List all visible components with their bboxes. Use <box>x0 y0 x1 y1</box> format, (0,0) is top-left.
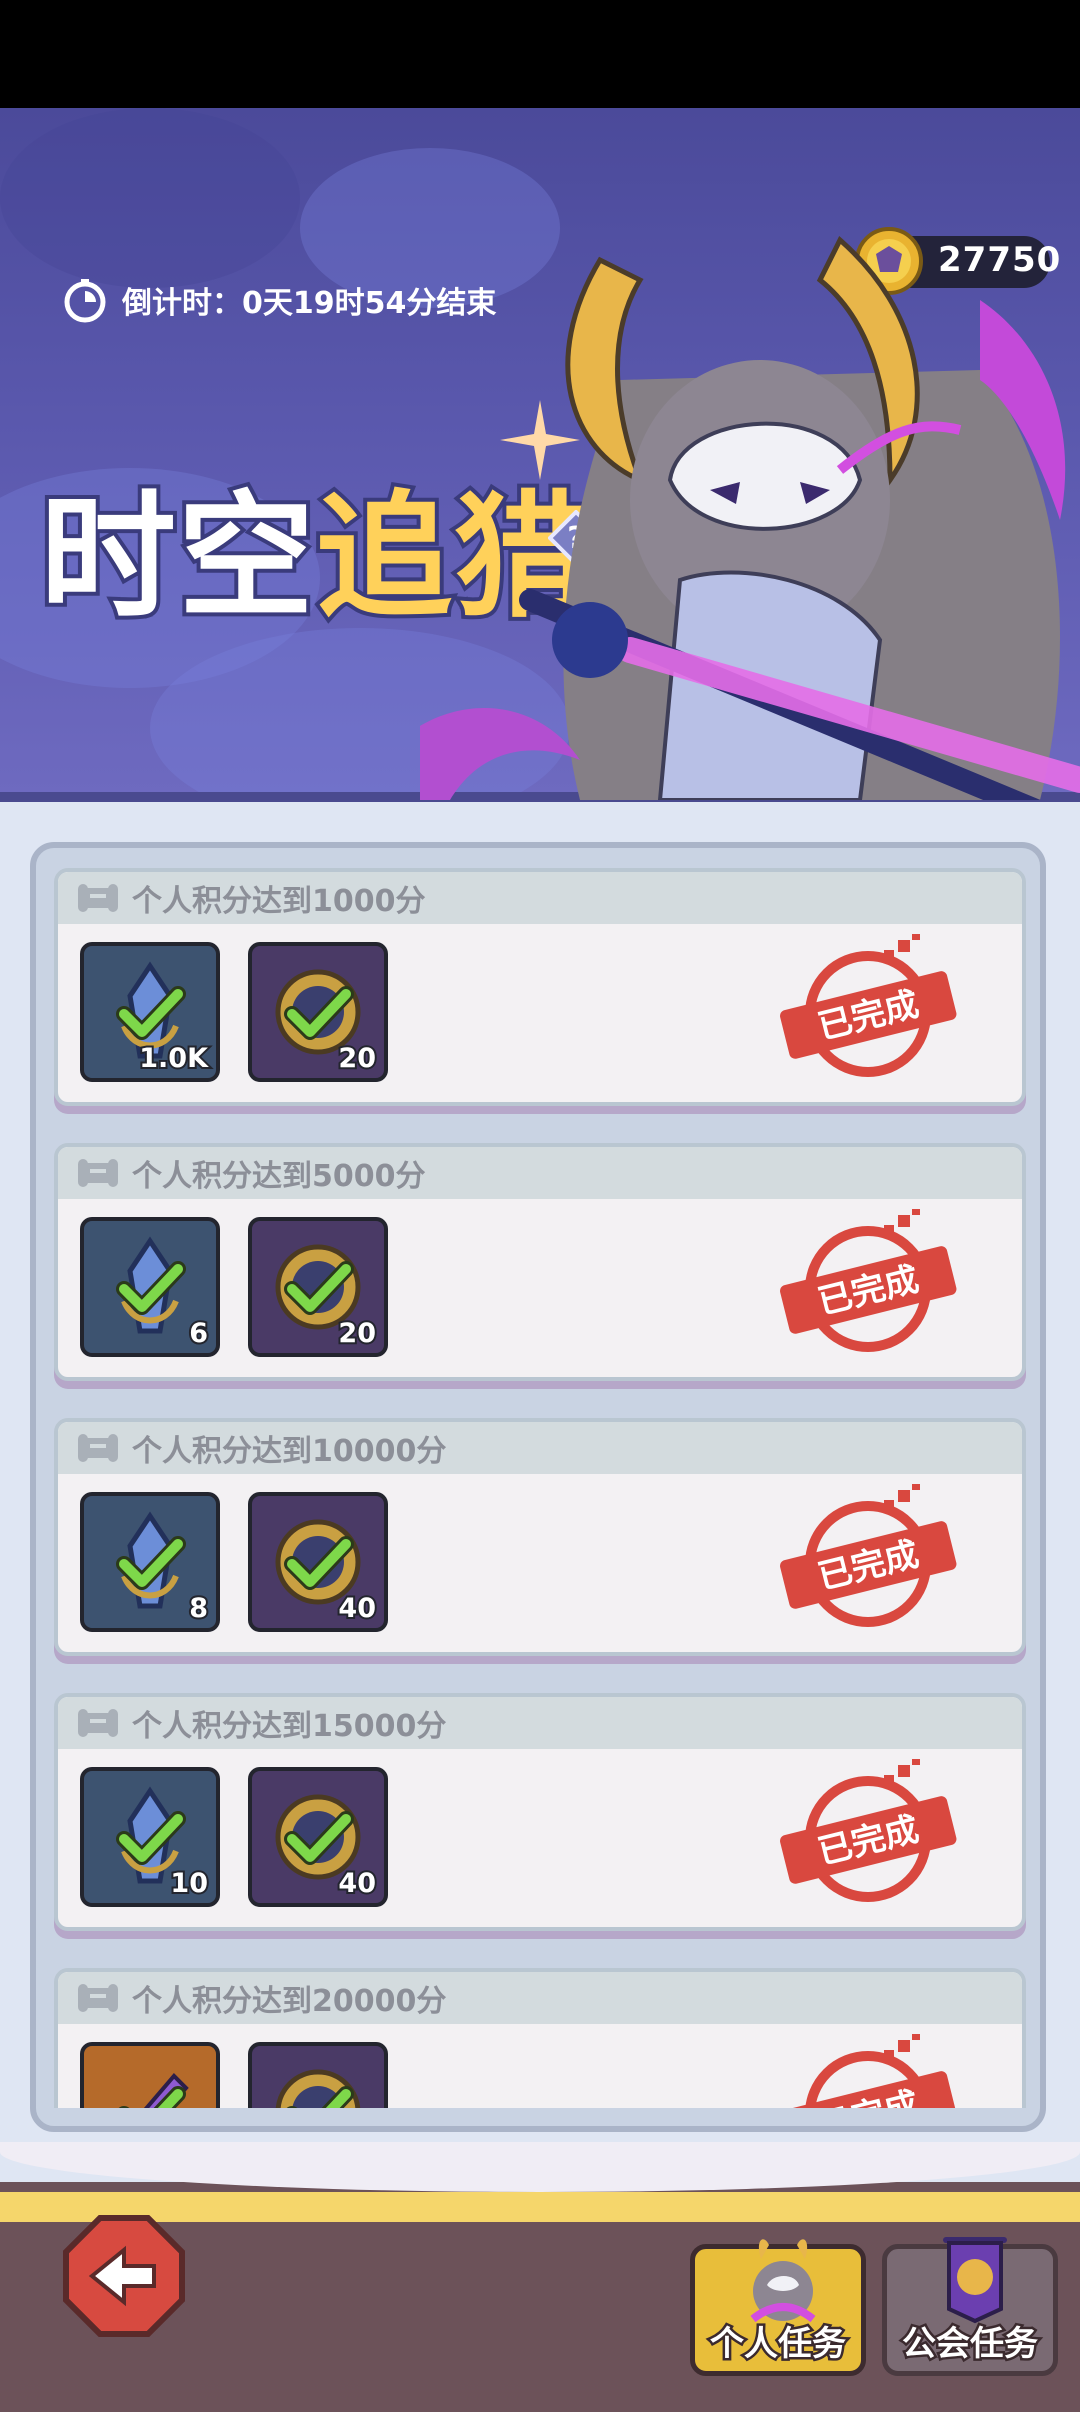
task-header: 个人积分达到10000分 <box>58 1422 1022 1474</box>
task-card: 个人积分达到1000分 1.0K 20 已完成 <box>54 868 1026 1106</box>
task-card: 个人积分达到20000分已完成 <box>54 1968 1026 2108</box>
weapon-reward-icon <box>118 2073 189 2108</box>
reward-item[interactable]: 20 <box>248 1217 388 1357</box>
reward-item[interactable]: 10 <box>80 1767 220 1907</box>
reward-quantity: 40 <box>336 1591 378 1626</box>
tab-personal-tasks[interactable]: 个人任务 <box>690 2239 866 2376</box>
guild-banner-icon <box>943 2237 1007 2324</box>
stopwatch-icon <box>64 279 106 323</box>
task-label: 个人积分达到1000分 <box>132 884 426 919</box>
reward-item[interactable]: 20 <box>248 942 388 1082</box>
hero-character-art <box>420 235 1080 800</box>
completed-stamp: 已完成 <box>780 934 957 1077</box>
task-label: 个人积分达到10000分 <box>132 1434 447 1469</box>
task-header: 个人积分达到5000分 <box>58 1147 1022 1199</box>
completed-stamp: 已完成 <box>780 1209 957 1352</box>
completed-stamp: 已完成 <box>780 1484 957 1627</box>
reward-item[interactable]: 40 <box>248 1492 388 1632</box>
reward-quantity: 40 <box>336 1866 378 1901</box>
reward-list: 6 20 <box>80 1217 388 1357</box>
reward-quantity: 10 <box>168 1866 210 1901</box>
completed-stamp: 已完成 <box>780 1759 957 1902</box>
reward-item[interactable]: 1.0K <box>80 942 220 1082</box>
task-label: 个人积分达到15000分 <box>132 1709 447 1744</box>
reward-quantity: 20 <box>336 1316 378 1351</box>
task-header: 个人积分达到15000分 <box>58 1697 1022 1749</box>
tab-personal-label: 个人任务 <box>708 2322 849 2367</box>
reward-list: 1.0K 20 <box>80 942 388 1082</box>
task-list[interactable]: 个人积分达到1000分 1.0K 20 已完成 个人积分达到5000分 6 20 已完成 个人积… <box>54 868 1026 2108</box>
reward-quantity: 8 <box>187 1591 210 1626</box>
reward-item[interactable]: 40 <box>248 1767 388 1907</box>
completed-stamp: 已完成 <box>780 2034 957 2108</box>
scroll-icon <box>78 1984 118 2012</box>
status-bar <box>0 0 1080 108</box>
hero-avatar-icon <box>750 2239 816 2323</box>
bottom-bar-edge <box>0 2142 1080 2192</box>
reward-quantity: 20 <box>336 1041 378 1076</box>
reward-list: 10 40 <box>80 1767 388 1907</box>
reward-list: 8 40 <box>80 1492 388 1632</box>
stamp-text: 已完成 <box>814 2084 923 2108</box>
reward-item[interactable]: 8 <box>80 1492 220 1632</box>
reward-item[interactable] <box>248 2042 388 2108</box>
reward-quantity: 6 <box>187 1316 210 1351</box>
task-label: 个人积分达到20000分 <box>132 1984 447 2019</box>
task-header: 个人积分达到20000分 <box>58 1972 1022 2024</box>
tab-guild-label: 公会任务 <box>900 2322 1041 2367</box>
scroll-icon <box>78 1434 118 1462</box>
back-button[interactable] <box>62 2214 186 2338</box>
reward-item[interactable]: 6 <box>80 1217 220 1357</box>
scroll-icon <box>78 1159 118 1187</box>
task-panel: 个人积分达到1000分 1.0K 20 已完成 个人积分达到5000分 6 20 已完成 个人积… <box>30 842 1046 2132</box>
task-header: 个人积分达到1000分 <box>58 872 1022 924</box>
scroll-icon <box>78 1709 118 1737</box>
task-card: 个人积分达到10000分 8 40 已完成 <box>54 1418 1026 1656</box>
task-label: 个人积分达到5000分 <box>132 1159 426 1194</box>
coin-reward-icon <box>275 2069 361 2108</box>
tab-guild-tasks[interactable]: 公会任务 <box>882 2237 1058 2376</box>
task-card: 个人积分达到15000分 10 40 已完成 <box>54 1693 1026 1931</box>
scroll-icon <box>78 884 118 912</box>
reward-list <box>80 2042 388 2108</box>
reward-quantity: 1.0K <box>137 1041 210 1076</box>
task-card: 个人积分达到5000分 6 20 已完成 <box>54 1143 1026 1381</box>
reward-item[interactable] <box>80 2042 220 2108</box>
